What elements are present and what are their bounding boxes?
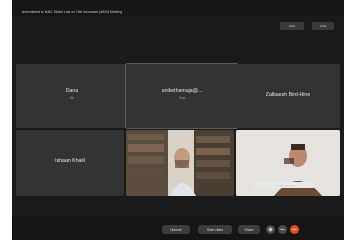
participant-role: Me (69, 96, 75, 100)
caption-bar: ........................ (254, 182, 314, 188)
view-button-label: View (288, 24, 296, 28)
meeting-title: Amendment to NAIC Model Law on Title Ins… (22, 10, 123, 14)
start-video-button-label: Start video (206, 227, 224, 232)
share-button[interactable]: Share (238, 225, 260, 234)
participant-tile[interactable]: Ishaan Khalil (16, 130, 124, 196)
share-button-label: Share (244, 227, 254, 232)
reactions-icon[interactable] (266, 225, 275, 234)
bookshelf-video (126, 130, 234, 196)
unmute-button[interactable]: Unmute (162, 225, 190, 234)
meeting-window: Amendment to NAIC Model Law on Title Ins… (12, 0, 344, 240)
end-call-icon[interactable] (290, 225, 299, 234)
unmute-button-label: Unmute (170, 227, 182, 232)
start-video-button[interactable]: Start video (198, 225, 232, 234)
participant-tile[interactable]: Dana Me (16, 64, 128, 128)
chat-button-label: Chat (319, 24, 327, 28)
participant-role: Host (178, 96, 186, 100)
participant-tile[interactable]: Zalbaesh Bird-Hine (236, 64, 340, 128)
more-options-icon[interactable] (278, 225, 287, 234)
chat-button[interactable]: Chat (312, 22, 334, 30)
participant-name: Ishaan Khalil (55, 158, 85, 164)
participant-video-tile[interactable] (126, 130, 234, 196)
meeting-top-bar: Amendment to NAIC Model Law on Title Ins… (12, 0, 344, 16)
participant-name: Dana (65, 88, 79, 94)
view-button[interactable]: View (280, 22, 304, 30)
participant-name: anikethamaja@... (161, 88, 203, 94)
participant-tile[interactable]: anikethamaja@... Host (125, 63, 239, 129)
meeting-controls-bar: Unmute Start video Share (12, 216, 344, 240)
participant-video-tile[interactable]: ........................ (236, 130, 340, 196)
participant-name: Zalbaesh Bird-Hine (265, 92, 311, 98)
